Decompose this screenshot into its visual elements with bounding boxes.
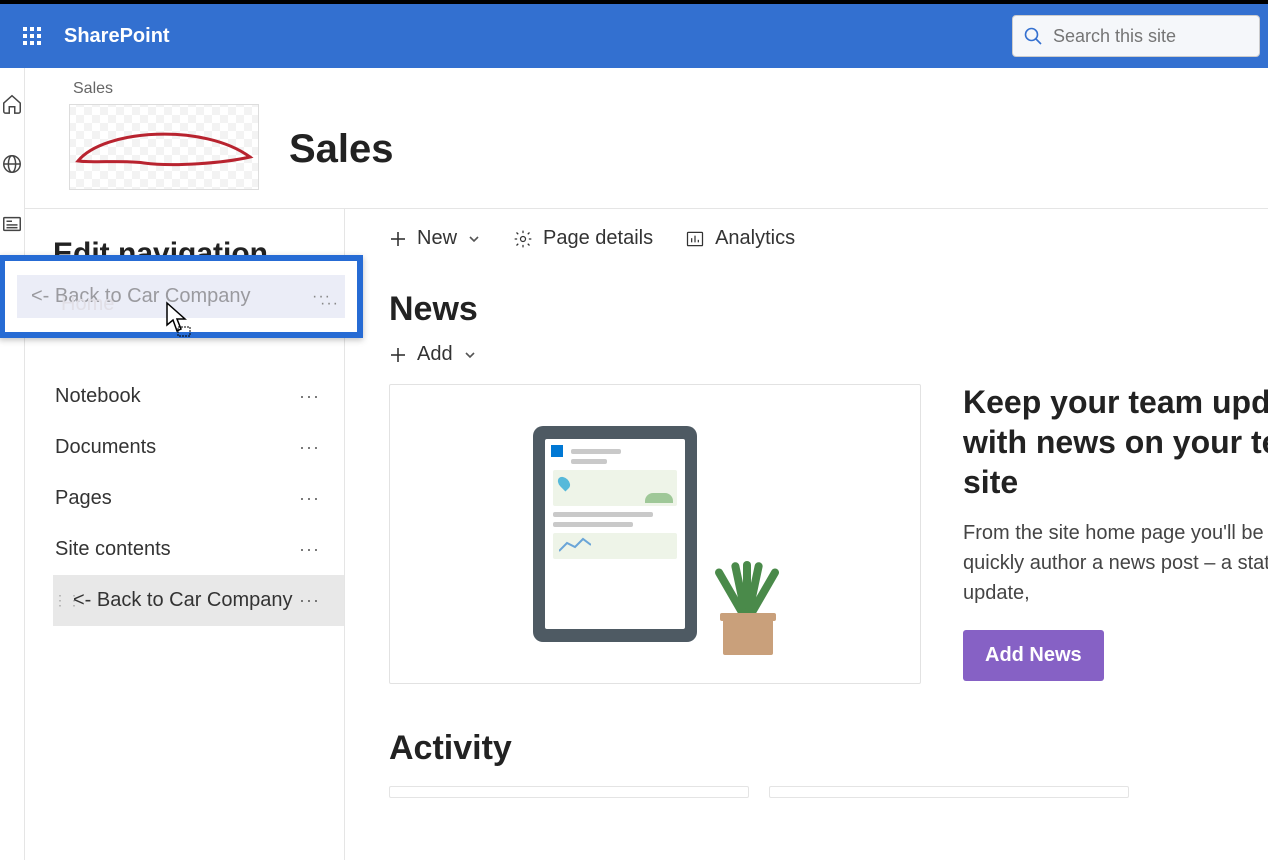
site-logo[interactable] <box>69 104 259 190</box>
nav-item-label: <- Back to Car Company <box>71 589 299 612</box>
nav-item-site-contents[interactable]: Site contents ··· <box>53 524 344 575</box>
analytics-icon <box>685 229 705 249</box>
gear-icon <box>513 229 533 249</box>
search-input[interactable] <box>1053 26 1249 47</box>
activity-card[interactable] <box>389 786 749 798</box>
rail-globe-button[interactable] <box>0 152 24 176</box>
more-icon[interactable]: ··· <box>299 488 326 509</box>
cursor-icon <box>165 301 195 337</box>
site-title: Sales <box>289 127 394 172</box>
page-details-button[interactable]: Page details <box>513 227 653 250</box>
more-icon[interactable]: ··· <box>299 386 326 407</box>
tablet-illustration-icon <box>533 426 697 642</box>
nav-item-label: Notebook <box>53 385 141 408</box>
new-button[interactable]: New <box>389 227 481 250</box>
command-bar: New Page details Analytics <box>389 227 1268 250</box>
plus-icon <box>389 230 407 248</box>
news-headline: Keep your team updated with news on your… <box>963 382 1268 502</box>
more-icon[interactable]: ··· <box>299 590 326 611</box>
suite-bar: SharePoint <box>0 4 1268 68</box>
add-news-button[interactable]: Add News <box>963 630 1104 681</box>
page-details-label: Page details <box>543 227 653 250</box>
analytics-label: Analytics <box>715 227 795 250</box>
app-name[interactable]: SharePoint <box>64 25 170 48</box>
news-empty-card <box>389 384 921 684</box>
nav-item-label: Pages <box>53 487 112 510</box>
page-content: New Page details Analytics News Ad <box>345 209 1268 860</box>
add-label: Add <box>417 343 453 366</box>
search-icon <box>1023 26 1043 46</box>
chevron-down-icon <box>463 348 477 362</box>
activity-card[interactable] <box>769 786 1129 798</box>
edit-navigation-panel: Edit navigation <- Back to Car Company H… <box>25 209 345 860</box>
new-label: New <box>417 227 457 250</box>
nav-item-drag-ghost[interactable]: <- Back to Car Company Home ··· ··· <box>0 255 363 338</box>
more-icon[interactable]: ··· <box>299 539 326 560</box>
nav-item-back-to-car-company[interactable]: ⋮⋮ <- Back to Car Company ··· <box>53 575 344 626</box>
news-body: From the site home page you'll be able t… <box>963 518 1268 608</box>
site-breadcrumb[interactable]: Sales <box>73 80 259 98</box>
nav-item-label: Documents <box>53 436 156 459</box>
activity-cards <box>389 786 1268 798</box>
plus-icon <box>389 346 407 364</box>
search-box[interactable] <box>1012 15 1260 57</box>
nav-item-notebook[interactable]: Notebook ··· <box>53 371 344 422</box>
more-icon[interactable]: ··· <box>299 437 326 458</box>
news-icon <box>1 213 23 235</box>
home-icon <box>1 93 23 115</box>
app-launcher-button[interactable] <box>8 12 56 60</box>
globe-icon <box>1 153 23 175</box>
more-icon[interactable]: ··· <box>320 295 339 313</box>
activity-section-title: Activity <box>389 729 1268 768</box>
nav-item-pages[interactable]: Pages ··· <box>53 473 344 524</box>
drag-handle-icon[interactable]: ⋮⋮ <box>53 592 65 609</box>
rail-news-button[interactable] <box>0 212 24 236</box>
nav-item-documents[interactable]: Documents ··· <box>53 422 344 473</box>
nav-item-label: Site contents <box>53 538 171 561</box>
car-logo-icon <box>74 127 256 171</box>
waffle-icon <box>23 27 41 45</box>
plant-illustration-icon <box>717 545 777 655</box>
news-section-title: News <box>389 290 1268 329</box>
analytics-button[interactable]: Analytics <box>685 227 795 250</box>
site-header: Sales Sales <box>25 68 1268 209</box>
global-rail <box>0 68 25 860</box>
chevron-down-icon <box>467 232 481 246</box>
drag-ghost-faint-label: Home <box>61 293 114 316</box>
add-news-dropdown[interactable]: Add <box>389 343 1268 366</box>
rail-home-button[interactable] <box>0 92 24 116</box>
